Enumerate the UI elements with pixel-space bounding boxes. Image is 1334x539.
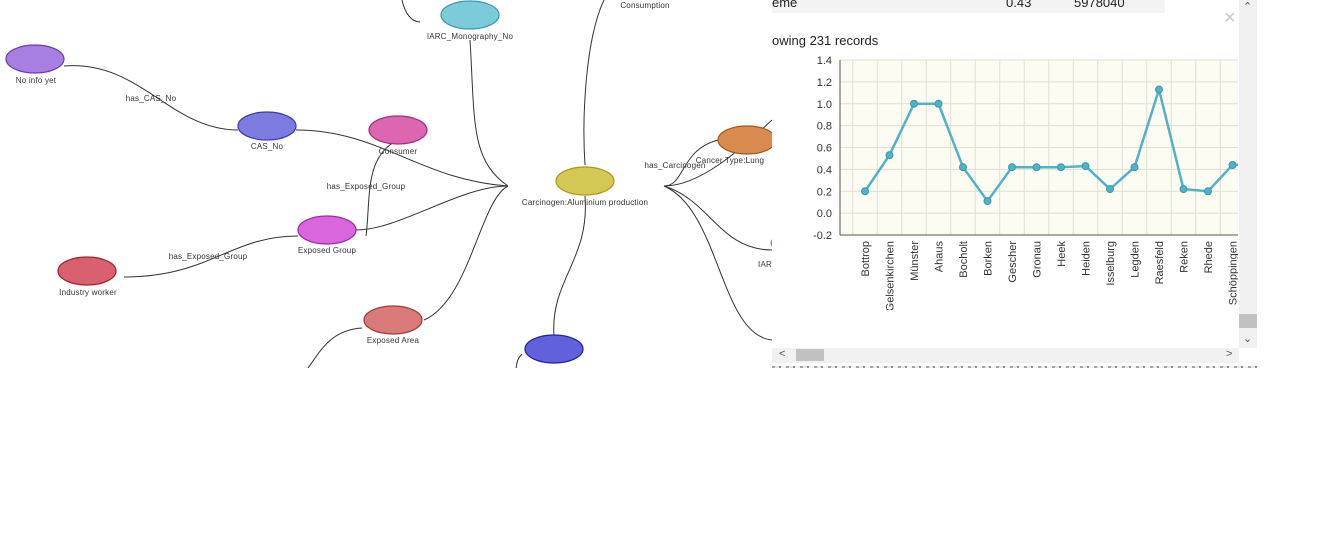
- horizontal-scrollbar[interactable]: < >: [772, 348, 1239, 363]
- x-tick-label: Gelsenkirchen: [885, 241, 897, 310]
- x-tick-label: Ahaus: [934, 241, 946, 273]
- data-point: [959, 163, 967, 172]
- data-point: [1057, 163, 1065, 172]
- scroll-down-icon[interactable]: ⌄: [1243, 334, 1252, 345]
- node-label-exposed-area: Exposed Area: [366, 336, 420, 345]
- vertical-scrollbar[interactable]: ⌃ ⌄: [1239, 0, 1257, 348]
- node-industry-worker[interactable]: [57, 256, 117, 286]
- data-point: [1155, 85, 1163, 94]
- x-tick-label: Gescher: [1007, 241, 1019, 283]
- x-tick-label: Bocholt: [958, 241, 970, 278]
- data-point: [910, 99, 918, 108]
- data-point: [1106, 185, 1114, 194]
- node-exposed-area[interactable]: [363, 305, 423, 335]
- node-label-carcinogen: Carcinogen:Aluminium production: [521, 198, 649, 207]
- edge-label-has-cas-no: has_CAS_No: [125, 94, 177, 103]
- y-tick-label: 0.8: [817, 121, 832, 133]
- x-tick-label: Borken: [983, 241, 995, 276]
- x-tick-label: Bottrop: [860, 241, 872, 276]
- data-point: [934, 99, 943, 108]
- node-exposed-group[interactable]: [297, 215, 357, 245]
- x-tick-label: Münster: [909, 241, 921, 281]
- table-row: eme 0.43 5978040: [772, 0, 1165, 13]
- y-tick-label: -0.2: [813, 230, 832, 242]
- node-iarc-monography-no[interactable]: [440, 0, 500, 30]
- line-chart: 1.4 1.2 1.0 0.8 0.6 0.4 0.2 0.0 -0.2 Bottrop Gelse…: [772, 50, 1258, 315]
- y-tick-label: 0.2: [817, 186, 832, 198]
- y-tick-label: 0.0: [817, 208, 832, 220]
- edge-label-has-exposed-group-2: has_Exposed_Group: [168, 252, 248, 261]
- x-tick-label: Reken: [1179, 241, 1191, 273]
- data-point: [1204, 187, 1212, 196]
- node-label-iarc: IARC_Monography_No: [426, 32, 514, 41]
- x-tick-label: Isselburg: [1105, 241, 1117, 286]
- node-carcinogen[interactable]: [555, 166, 615, 196]
- row-name: eme: [772, 0, 798, 10]
- x-tick-label: Heiden: [1081, 241, 1093, 276]
- node-label-iar-partial: IAR: [758, 260, 772, 269]
- close-icon[interactable]: ×: [1224, 8, 1236, 28]
- node-no-info-yet[interactable]: [5, 44, 65, 74]
- node-label-exposed-group: Exposed Group: [297, 246, 357, 255]
- node-cancer-type-lung[interactable]: [717, 125, 772, 155]
- y-tick-label: 0.4: [817, 164, 832, 176]
- x-tick-label: Heek: [1056, 241, 1068, 267]
- chart-svg: 1.4 1.2 1.0 0.8 0.6 0.4 0.2 0.0 -0.2 Bottrop Gelse…: [813, 55, 1258, 311]
- node-label-consumer: Consumer: [378, 147, 418, 156]
- y-tick-label: 0.6: [817, 143, 832, 155]
- x-tick-label: Raesfeld: [1154, 241, 1166, 284]
- node-label-industry-worker: Industry worker: [59, 288, 117, 297]
- data-point: [1130, 163, 1139, 172]
- data-point: [1179, 185, 1188, 194]
- node-label-cancer-type: Cancer Type:Lung: [695, 156, 765, 165]
- data-point: [1008, 163, 1016, 172]
- x-tick-label: Schöppingen: [1228, 241, 1239, 305]
- row-value-1: 0.43: [1006, 0, 1032, 10]
- node-label-cas-no: CAS_No: [250, 142, 284, 151]
- node-cas-no[interactable]: [237, 111, 297, 141]
- scroll-right-icon[interactable]: >: [1226, 349, 1232, 360]
- chart-popup: eme 0.43 5978040 owing 231 records × 1.4…: [772, 0, 1258, 366]
- x-tick-label: Gronau: [1032, 241, 1044, 278]
- horizontal-scroll-thumb[interactable]: [796, 349, 824, 361]
- knowledge-graph-view[interactable]: No info yet CAS_No Consumer Exposed Grou…: [0, 0, 772, 368]
- node-consumer[interactable]: [368, 115, 428, 145]
- scroll-left-icon[interactable]: <: [779, 349, 785, 360]
- records-count: owing 231 records: [772, 33, 879, 48]
- data-point: [1032, 163, 1041, 172]
- scroll-up-icon[interactable]: ⌃: [1243, 2, 1252, 13]
- x-tick-label: Rhede: [1203, 241, 1215, 273]
- x-tick-label: Legden: [1130, 241, 1142, 278]
- data-point: [861, 187, 869, 196]
- row-value-2: 5978040: [1074, 0, 1125, 10]
- data-point: [1081, 162, 1090, 171]
- y-tick-label: 1.2: [817, 77, 832, 89]
- vertical-scroll-thumb[interactable]: [1239, 314, 1257, 328]
- edge-label-has-carcinogen: has_Carcinogen: [644, 161, 706, 170]
- node-label-no-info-yet: No info yet: [15, 76, 57, 85]
- edge-label-has-exposed-group: has_Exposed_Group: [326, 182, 406, 191]
- y-tick-label: 1.4: [817, 55, 832, 67]
- node-bottom[interactable]: [524, 334, 584, 364]
- node-label-consumption: Consumption: [620, 1, 670, 10]
- data-point: [885, 151, 894, 160]
- data-point: [1228, 161, 1237, 169]
- data-point: [983, 197, 992, 206]
- y-tick-label: 1.0: [817, 99, 832, 111]
